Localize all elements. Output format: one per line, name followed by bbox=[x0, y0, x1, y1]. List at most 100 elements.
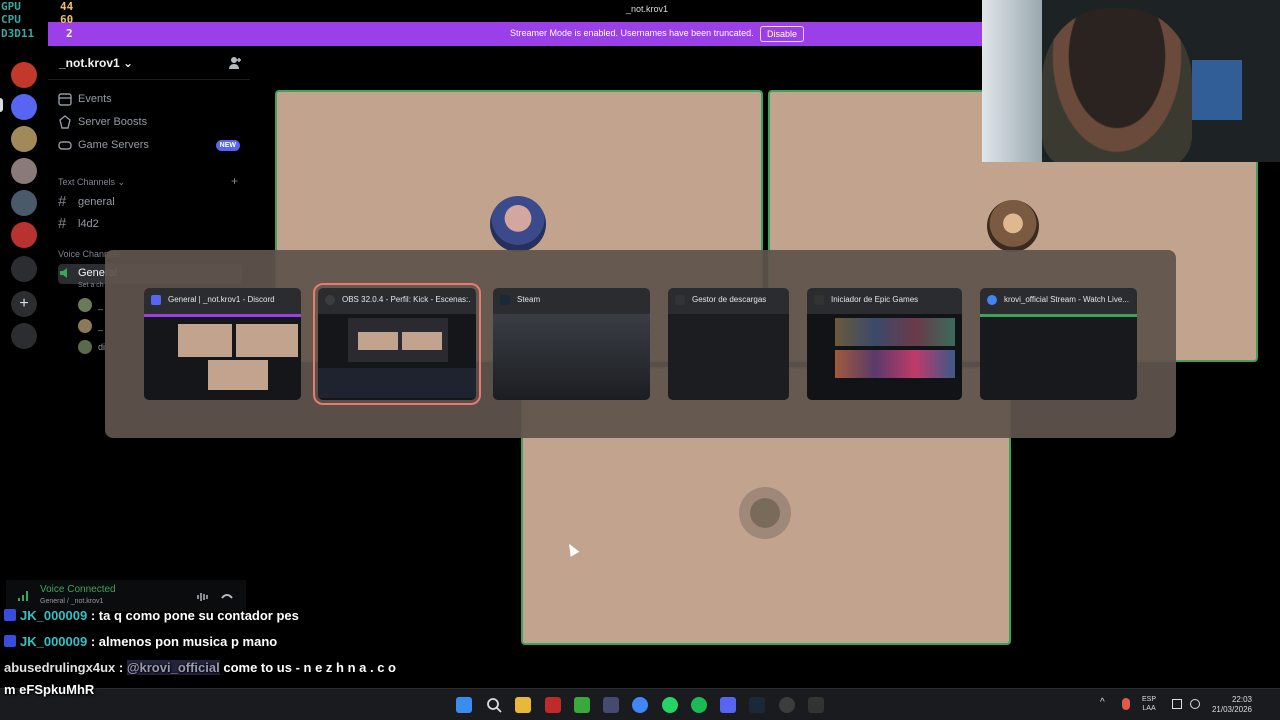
chevron-up-icon[interactable]: ^ bbox=[1100, 697, 1105, 708]
task-preview bbox=[980, 314, 1137, 400]
cpu-value: 60 bbox=[60, 13, 74, 26]
start-icon[interactable] bbox=[456, 697, 472, 713]
member-name[interactable]: _ bbox=[98, 300, 103, 310]
task-preview bbox=[318, 314, 476, 400]
voice-channel-status: Set a ch bbox=[78, 282, 104, 289]
disconnect-icon[interactable] bbox=[220, 590, 234, 604]
server-icon[interactable] bbox=[11, 126, 37, 152]
member-name[interactable]: di bbox=[98, 342, 105, 352]
participant-avatar bbox=[490, 196, 546, 252]
task-card-browser[interactable]: krovi_official Stream - Watch Live... bbox=[980, 288, 1137, 400]
chat-message: abusedrulingx4ux : @krovi_official come … bbox=[4, 660, 396, 675]
streamer-mode-banner: Streamer Mode is enabled. Usernames have… bbox=[48, 22, 982, 46]
window-light bbox=[982, 0, 1042, 162]
title-bar: _not.krov1 bbox=[48, 0, 982, 20]
add-server-icon[interactable]: + bbox=[11, 291, 37, 317]
server-icon-active[interactable] bbox=[11, 94, 37, 120]
task-preview bbox=[668, 314, 789, 400]
language-indicator[interactable]: ESP LAA bbox=[1142, 695, 1156, 713]
discover-icon[interactable] bbox=[11, 323, 37, 349]
network-icon[interactable] bbox=[1172, 699, 1182, 709]
chat-message: JK_000009 : ta q como pone su contador p… bbox=[4, 608, 299, 623]
server-header[interactable]: _not.krov1 ⌄ bbox=[48, 46, 250, 80]
steam-icon[interactable] bbox=[749, 697, 765, 713]
epic-icon bbox=[814, 295, 824, 305]
server-folder-icon[interactable] bbox=[11, 256, 37, 282]
chrome-icon[interactable] bbox=[632, 697, 648, 713]
streamer-figure bbox=[1042, 8, 1192, 162]
server-icon[interactable] bbox=[11, 158, 37, 184]
kick-badge-icon bbox=[4, 635, 16, 647]
obs-icon[interactable] bbox=[779, 697, 795, 713]
chat-overlay: JK_000009 : ta q como pone su contador p… bbox=[0, 605, 440, 697]
add-channel-icon[interactable]: + bbox=[231, 174, 238, 188]
task-card-title: Gestor de descargas bbox=[692, 295, 767, 304]
task-card-title: Iniciador de Epic Games bbox=[831, 295, 919, 304]
app-icon[interactable] bbox=[603, 697, 619, 713]
task-card-obs[interactable]: OBS 32.0.4 - Perfil: Kick - Escenas:... bbox=[313, 283, 481, 405]
task-card-steam[interactable]: Steam bbox=[493, 288, 650, 400]
epic-icon[interactable] bbox=[808, 697, 824, 713]
text-channels-category[interactable]: Text Channels ⌄ bbox=[58, 177, 125, 188]
active-server-indicator bbox=[0, 98, 3, 112]
steam-icon bbox=[500, 295, 510, 305]
language-code: ESP bbox=[1142, 696, 1157, 703]
chat-username: JK_000009 bbox=[20, 634, 88, 649]
app-icon[interactable] bbox=[545, 697, 561, 713]
file-explorer-icon[interactable] bbox=[515, 697, 531, 713]
minecraft-icon[interactable] bbox=[574, 697, 590, 713]
sidebar-item-game-servers[interactable]: Game Servers NEW bbox=[58, 136, 242, 156]
chat-text: m eFSpkuMhR bbox=[4, 682, 95, 697]
gamepad-icon bbox=[58, 141, 72, 150]
member-name[interactable]: _ bbox=[98, 321, 103, 331]
chat-message: m eFSpkuMhR bbox=[4, 682, 94, 697]
clock[interactable]: 22:03 21/03/2026 bbox=[1206, 695, 1252, 715]
search-icon[interactable] bbox=[486, 697, 502, 713]
participant-avatar bbox=[987, 200, 1039, 252]
task-card-title: Steam bbox=[517, 295, 541, 304]
member-avatar[interactable] bbox=[78, 340, 92, 354]
new-badge: NEW bbox=[215, 140, 240, 151]
discord-icon[interactable] bbox=[720, 697, 736, 713]
api-label: D3D11 bbox=[1, 27, 35, 40]
cpu-label: CPU bbox=[1, 13, 21, 26]
sidebar-item-label: Game Servers bbox=[78, 139, 149, 151]
sidebar-item-server-boosts[interactable]: Server Boosts bbox=[58, 113, 242, 133]
channel-label: l4d2 bbox=[78, 218, 99, 230]
server-name[interactable]: _not.krov1 ⌄ bbox=[59, 56, 133, 70]
microphone-icon[interactable] bbox=[1122, 698, 1130, 710]
invite-people-icon[interactable] bbox=[228, 56, 242, 70]
discord-icon bbox=[151, 295, 161, 305]
epic-icon bbox=[675, 295, 685, 305]
gpu-label: GPU bbox=[1, 0, 21, 13]
task-card-epic-games[interactable]: Iniciador de Epic Games bbox=[807, 288, 962, 400]
window-title: _not.krov1 bbox=[626, 4, 669, 14]
member-avatar[interactable] bbox=[78, 319, 92, 333]
calendar-icon bbox=[58, 93, 72, 106]
channel-general[interactable]: # general bbox=[58, 193, 242, 213]
channel-l4d2[interactable]: # l4d2 bbox=[58, 215, 242, 235]
server-icon[interactable] bbox=[11, 190, 37, 216]
server-icon[interactable] bbox=[11, 222, 37, 248]
performance-overlay: GPU CPU D3D11 44 60 2 bbox=[0, 0, 73, 44]
spotify-icon[interactable] bbox=[691, 697, 707, 713]
volume-icon[interactable] bbox=[1190, 699, 1200, 709]
hash-icon: # bbox=[58, 193, 67, 210]
member-avatar[interactable] bbox=[78, 298, 92, 312]
signal-icon[interactable] bbox=[16, 589, 30, 603]
whatsapp-icon[interactable] bbox=[662, 697, 678, 713]
participant-avatar bbox=[739, 487, 791, 539]
layout-code: LAA bbox=[1142, 705, 1156, 712]
disable-streamer-mode-button[interactable]: Disable bbox=[760, 26, 804, 42]
task-preview bbox=[493, 314, 650, 400]
task-card-title: OBS 32.0.4 - Perfil: Kick - Escenas:... bbox=[342, 295, 470, 304]
server-icon[interactable] bbox=[11, 62, 37, 88]
task-card-title: General | _not.krov1 - Discord bbox=[168, 295, 275, 304]
task-card-discord[interactable]: General | _not.krov1 - Discord bbox=[144, 288, 301, 400]
task-card-download-manager[interactable]: Gestor de descargas bbox=[668, 288, 789, 400]
noise-suppression-icon[interactable] bbox=[196, 590, 210, 604]
chat-text: : bbox=[118, 660, 124, 675]
voice-channel-path[interactable]: General / _not.krov1 bbox=[40, 598, 103, 605]
task-switcher: General | _not.krov1 - Discord OBS 32.0.… bbox=[105, 250, 1176, 438]
sidebar-item-events[interactable]: Events bbox=[58, 90, 242, 110]
